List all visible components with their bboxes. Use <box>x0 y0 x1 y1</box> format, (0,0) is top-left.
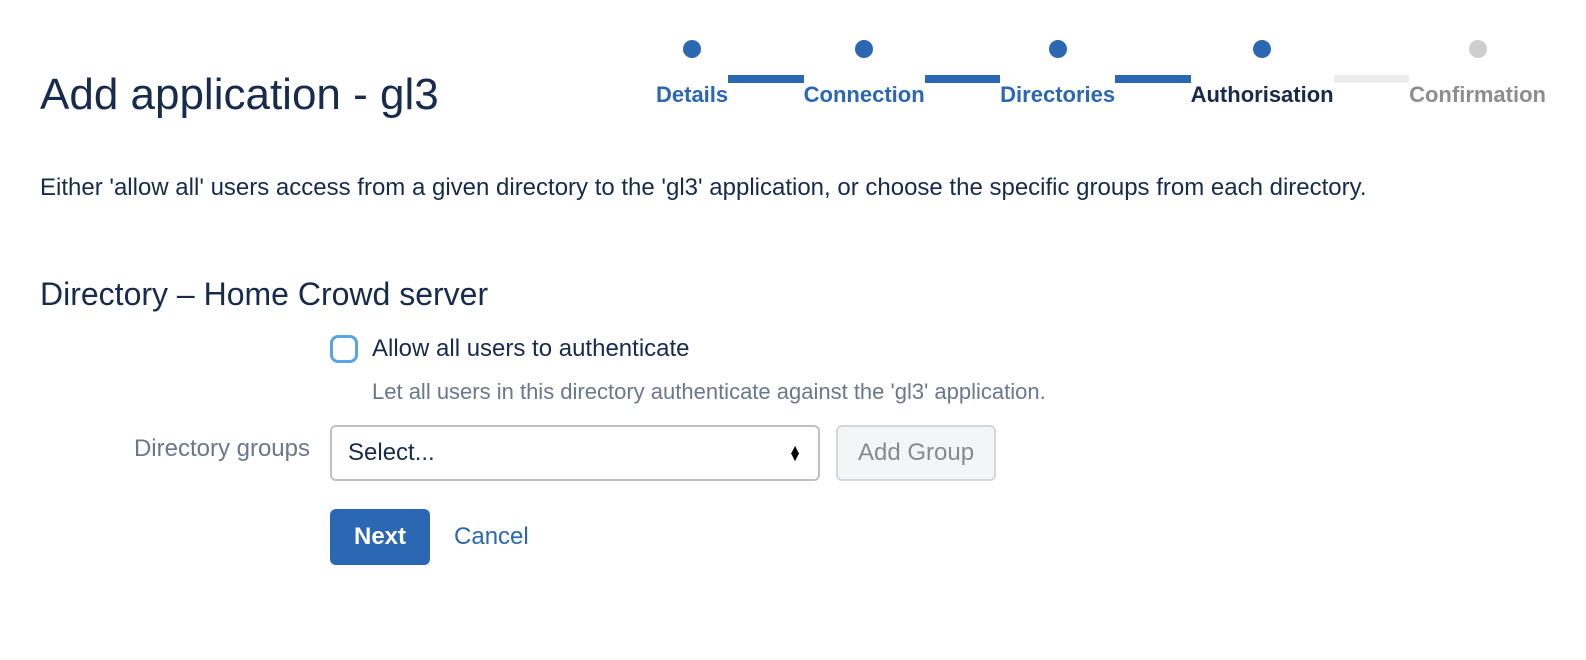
step-dot-directories <box>1049 40 1067 58</box>
step-dot-connection <box>855 40 873 58</box>
cancel-button[interactable]: Cancel <box>454 523 529 551</box>
next-button[interactable]: Next <box>330 509 430 565</box>
step-label-authorisation: Authorisation <box>1191 82 1334 108</box>
add-group-button[interactable]: Add Group <box>836 425 996 481</box>
allow-all-helper: Let all users in this directory authenti… <box>372 379 1546 405</box>
step-label-directories[interactable]: Directories <box>1000 82 1115 108</box>
step-line <box>1334 75 1410 83</box>
step-label-details[interactable]: Details <box>656 82 728 108</box>
select-placeholder: Select... <box>348 439 435 467</box>
step-label-confirmation: Confirmation <box>1409 82 1546 108</box>
directory-groups-select[interactable]: Select... ▲ ▼ <box>330 425 820 481</box>
intro-text: Either 'allow all' users access from a g… <box>40 170 1440 206</box>
step-label-connection[interactable]: Connection <box>804 82 925 108</box>
allow-all-checkbox[interactable] <box>330 335 358 363</box>
progress-stepper: Details Connection Directories Authorisa… <box>656 40 1546 108</box>
page-title: Add application - gl3 <box>40 70 439 120</box>
step-dot-details <box>683 40 701 58</box>
step-dot-confirmation <box>1469 40 1487 58</box>
select-arrows-icon: ▲ ▼ <box>788 446 802 460</box>
allow-all-label: Allow all users to authenticate <box>372 335 690 363</box>
step-dot-authorisation <box>1253 40 1271 58</box>
step-line <box>925 75 1001 83</box>
directory-heading: Directory – Home Crowd server <box>40 276 1546 313</box>
step-line <box>1115 75 1191 83</box>
directory-groups-label: Directory groups <box>40 425 330 463</box>
step-line <box>728 75 804 83</box>
